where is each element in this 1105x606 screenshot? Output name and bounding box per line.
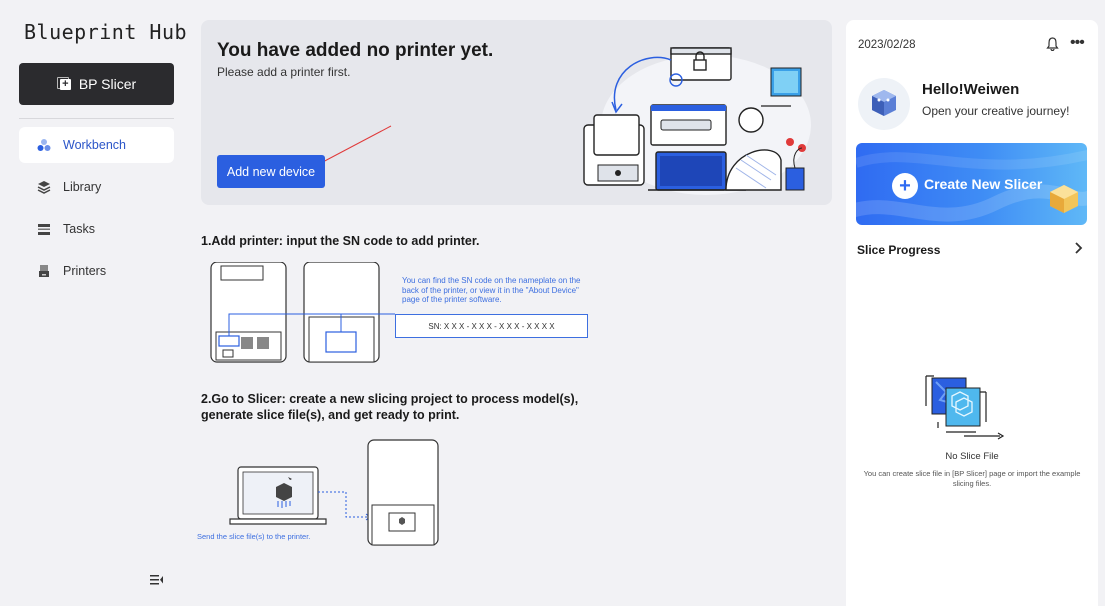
chevron-right-icon[interactable] [1074,241,1083,258]
create-new-slicer-label: Create New Slicer [924,176,1043,192]
main-content: You have added no printer yet. Please ad… [190,0,845,606]
slice-progress-title: Slice Progress [857,243,941,257]
sidebar-divider [19,118,174,119]
plus-icon: + [892,173,918,199]
slicer-icon [56,77,71,91]
no-slice-file-description: You can create slice file in [BP Slicer]… [863,469,1081,488]
sidebar-item-workbench[interactable]: Workbench [19,127,174,163]
sn-location-note: You can find the SN code on the nameplat… [402,276,581,304]
collapse-sidebar-icon[interactable] [150,574,164,589]
no-slice-file-illustration [925,375,1005,440]
more-options-icon[interactable]: ••• [1070,34,1085,52]
banner-illustration [583,47,811,195]
sidebar-item-label: Library [63,180,102,194]
sidebar: Blueprint Hub BP Slicer Workbench Librar… [0,0,190,606]
bell-icon[interactable] [1046,37,1059,54]
step2-title: 2.Go to Slicer: create a new slicing pro… [201,392,579,422]
pointer-arrow-icon [316,125,392,166]
bp-slicer-label: BP Slicer [78,76,137,92]
no-printer-banner: You have added no printer yet. Please ad… [201,20,832,205]
avatar[interactable] [858,78,910,130]
tasks-icon [37,222,51,236]
sidebar-item-label: Workbench [63,138,126,152]
add-new-device-button[interactable]: Add new device [217,155,325,188]
sidebar-item-library[interactable]: Library [19,169,174,205]
send-slice-note: Send the slice file(s) to the printer. [197,532,311,541]
bp-slicer-button[interactable]: BP Slicer [19,63,174,105]
right-panel: 2023/02/28 ••• Hello!Weiwen Open your cr… [846,20,1098,606]
app-logo: Blueprint Hub [24,20,188,44]
sidebar-item-label: Tasks [63,222,95,236]
current-date: 2023/02/28 [858,39,916,51]
no-slice-file-title: No Slice File [945,451,999,462]
sidebar-item-printers[interactable]: Printers [19,253,174,289]
banner-title: You have added no printer yet. [217,40,494,61]
sidebar-item-label: Printers [63,264,107,278]
sn-code-example: SN: X X X - X X X - X X X - X X X X [395,314,588,338]
greeting: Hello!Weiwen [922,81,1020,98]
printer-icon [37,264,51,278]
banner-subtitle: Please add a printer first. [217,65,351,79]
library-icon [37,180,51,194]
create-new-slicer-button[interactable]: + Create New Slicer [856,143,1087,225]
sidebar-nav: Workbench Library Tasks Printers [19,127,174,295]
workbench-icon [37,138,51,152]
cube-icon [1050,185,1078,213]
greeting-tagline: Open your creative journey! [922,104,1070,118]
step1-title: 1.Add printer: input the SN code to add … [201,234,480,248]
sidebar-item-tasks[interactable]: Tasks [19,211,174,247]
